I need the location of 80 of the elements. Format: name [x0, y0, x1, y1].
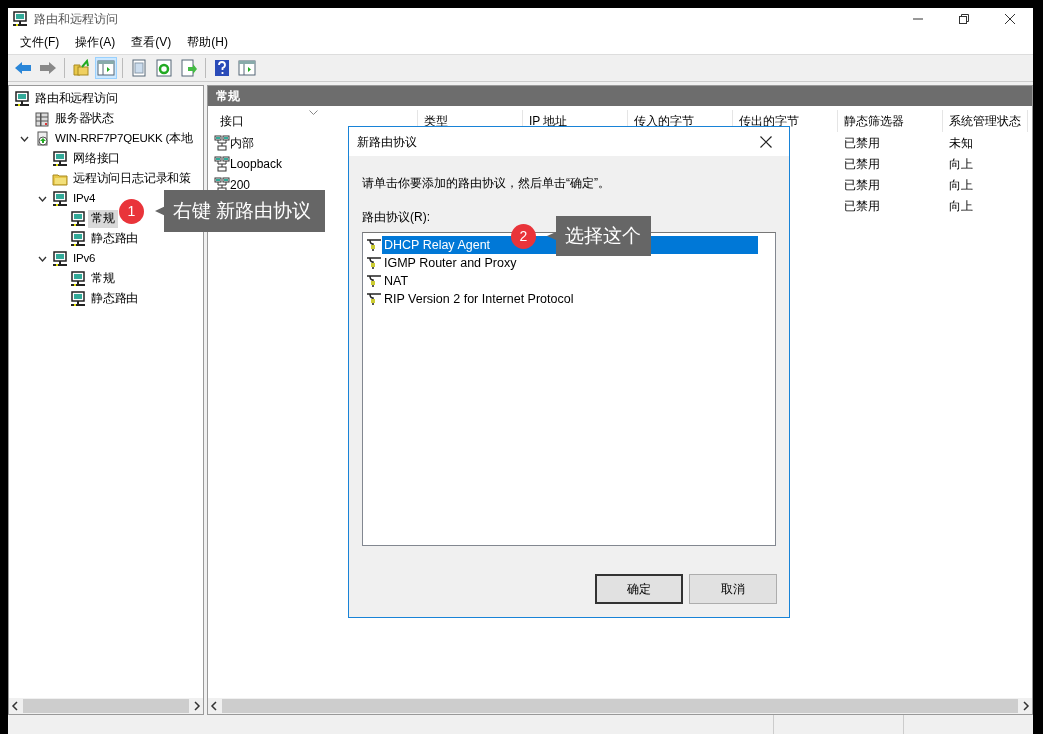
- window-title: 路由和远程访问: [34, 11, 119, 28]
- tree-item[interactable]: WIN-RRF7P7QEUKK (本地: [52, 130, 196, 148]
- connector-icon: [366, 292, 382, 306]
- export-icon[interactable]: [180, 59, 198, 77]
- connector-icon: [366, 256, 382, 270]
- network-node-icon: [70, 211, 86, 227]
- network-node-icon: [12, 11, 28, 27]
- panel-icon[interactable]: [238, 59, 256, 77]
- network-node-icon: [70, 291, 86, 307]
- scroll-right-icon[interactable]: [1020, 700, 1032, 712]
- table-cell-text: 向上: [948, 176, 974, 194]
- connector-icon: [366, 274, 382, 288]
- table-cell-text: Loopback: [230, 155, 283, 173]
- ok-button[interactable]: 确定: [595, 574, 683, 604]
- pane-header: 常规: [208, 86, 1032, 106]
- collapse-chevron-icon[interactable]: [37, 196, 47, 202]
- network-node-icon: [52, 251, 68, 267]
- tree-item[interactable]: 常规: [88, 270, 118, 288]
- network-adapter-icon: [214, 155, 230, 172]
- help-icon[interactable]: [213, 59, 231, 77]
- menu-item[interactable]: 帮助(H): [179, 33, 236, 51]
- folder-up-icon[interactable]: [72, 59, 90, 77]
- collapse-chevron-icon[interactable]: [37, 256, 47, 262]
- column-header[interactable]: 静态筛选器: [838, 110, 943, 132]
- tree-item[interactable]: 路由和远程访问: [32, 90, 121, 108]
- tree-item[interactable]: 常规: [88, 210, 118, 228]
- list-item[interactable]: NAT: [382, 271, 758, 291]
- tree-item[interactable]: 服务器状态: [52, 110, 117, 128]
- scrollbar-thumb[interactable]: [222, 699, 1018, 713]
- close-icon[interactable]: [760, 135, 772, 148]
- table-cell-text: 内部: [230, 134, 254, 152]
- table-cell-text: 未知: [948, 134, 974, 152]
- table-cell-text: 已禁用: [843, 176, 881, 194]
- dialog-title: 新路由协议: [357, 133, 418, 151]
- refresh-icon[interactable]: [155, 59, 173, 77]
- table-cell-text: 已禁用: [843, 197, 881, 215]
- callout-tooltip: 右键 新路由协议: [155, 190, 325, 232]
- restore-icon[interactable]: [959, 14, 969, 24]
- list-item[interactable]: RIP Version 2 for Internet Protocol: [382, 289, 758, 309]
- table-cell-text: 已禁用: [843, 155, 881, 173]
- network-adapter-icon: [214, 134, 230, 151]
- cancel-button[interactable]: 取消: [689, 574, 777, 604]
- panel-icon[interactable]: [97, 59, 115, 77]
- table-cell-text: 向上: [948, 197, 974, 215]
- collapse-chevron-icon[interactable]: [19, 136, 29, 142]
- network-node-icon: [14, 91, 30, 107]
- tree-item[interactable]: IPv4: [70, 190, 99, 208]
- network-adapter-icon: [214, 176, 230, 193]
- scroll-right-icon[interactable]: [191, 700, 203, 712]
- network-node-icon: [70, 271, 86, 287]
- tree-item[interactable]: 网络接口: [70, 150, 124, 168]
- forward-arrow-icon[interactable]: [39, 59, 57, 77]
- document-icon[interactable]: [130, 59, 148, 77]
- column-header[interactable]: 系统管理状态: [943, 110, 1028, 132]
- callout-tooltip: 选择这个: [547, 216, 651, 256]
- server-icon: [34, 111, 50, 127]
- tree-item[interactable]: 远程访问日志记录和策: [70, 170, 194, 188]
- scroll-left-icon[interactable]: [9, 700, 21, 712]
- instruction-text: 请单击你要添加的路由协议，然后单击“确定”。: [362, 175, 611, 192]
- back-arrow-icon[interactable]: [14, 59, 32, 77]
- network-node-icon: [70, 231, 86, 247]
- tree-item[interactable]: 静态路由: [88, 230, 142, 248]
- list-label: 路由协议(R):: [362, 209, 431, 226]
- scrollbar-thumb[interactable]: [23, 699, 189, 713]
- menu-item[interactable]: 文件(F): [12, 33, 68, 51]
- scroll-left-icon[interactable]: [208, 700, 220, 712]
- menu-item[interactable]: 查看(V): [123, 33, 180, 51]
- folder-icon: [52, 171, 68, 187]
- network-node-icon: [52, 151, 68, 167]
- table-cell-text: 向上: [948, 155, 974, 173]
- network-node-icon: [52, 191, 68, 207]
- connector-icon: [366, 238, 382, 252]
- computer-icon: [34, 131, 50, 147]
- tree-item[interactable]: 静态路由: [88, 290, 142, 308]
- sort-caret-icon[interactable]: [309, 110, 318, 115]
- menu-item[interactable]: 操作(A): [67, 33, 124, 51]
- tree-item[interactable]: IPv6: [70, 250, 99, 268]
- list-item[interactable]: IGMP Router and Proxy: [382, 253, 758, 273]
- table-cell-text: 已禁用: [843, 134, 881, 152]
- close-icon[interactable]: [1005, 14, 1015, 24]
